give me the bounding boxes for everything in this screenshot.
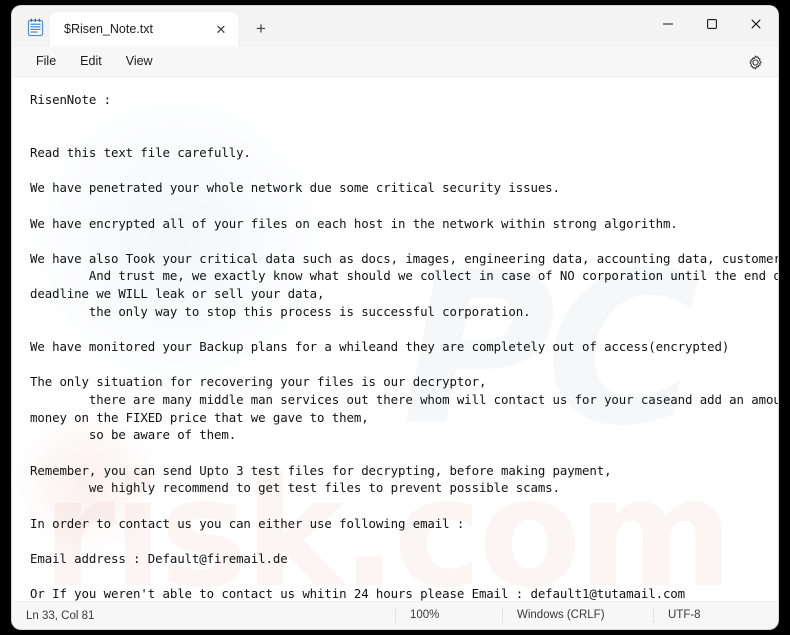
text-line: there are many middle man services out t… [30, 392, 778, 408]
gear-icon[interactable] [742, 50, 768, 74]
notepad-icon [20, 8, 50, 46]
text-line: so be aware of them. [30, 427, 237, 443]
minimize-button[interactable] [646, 6, 690, 42]
text-line [30, 126, 768, 144]
maximize-button[interactable] [690, 6, 734, 42]
text-line: In order to contact us you can either us… [30, 515, 465, 531]
text-line [30, 444, 768, 462]
text-line [30, 356, 768, 374]
text-line [30, 532, 768, 550]
new-tab-button[interactable]: + [246, 13, 276, 43]
text-line [30, 320, 768, 338]
close-window-button[interactable] [734, 6, 778, 42]
text-line [30, 232, 768, 250]
text-line: we highly recommend to get test files to… [30, 480, 560, 496]
text-line: deadline we WILL leak or sell your data, [30, 286, 325, 302]
text-line: Or If you weren't able to contact us whi… [30, 586, 686, 601]
text-line: We have monitored your Backup plans for … [30, 339, 730, 355]
text-line: Email address : Default@firemail.de [30, 550, 288, 566]
menu-bar: File Edit View [12, 46, 778, 77]
text-line: We have also Took your critical data suc… [30, 250, 778, 266]
line-ending[interactable]: Windows (CRLF) [502, 608, 653, 623]
text-line: Remember, you can send Upto 3 test files… [30, 462, 612, 478]
tab-title: $Risen_Note.txt [64, 22, 153, 36]
text-line: We have penetrated your whole network du… [30, 180, 560, 196]
tab-risen-note[interactable]: $Risen_Note.txt ✕ [50, 12, 238, 46]
text-line: RisenNote : [30, 92, 111, 107]
note-text-content[interactable]: RisenNote : Read this text file carefully… [12, 77, 778, 601]
text-line: Read this text file carefully. [30, 144, 251, 160]
status-bar: Ln 33, Col 81 100% Windows (CRLF) UTF-8 [12, 601, 778, 629]
text-line: The only situation for recovering your f… [30, 374, 487, 390]
zoom-level[interactable]: 100% [395, 608, 502, 623]
notepad-window: $Risen_Note.txt ✕ + File Edit View PC ri… [12, 6, 778, 629]
text-line: We have encrypted all of your files on e… [30, 215, 678, 231]
text-line: money on the FIXED price that we gave to… [30, 409, 369, 425]
window-controls [646, 6, 778, 42]
close-icon[interactable]: ✕ [210, 18, 232, 40]
encoding[interactable]: UTF-8 [653, 608, 778, 623]
text-line: the only way to stop this process is suc… [30, 303, 531, 319]
text-line [30, 497, 768, 515]
text-line [30, 197, 768, 215]
tab-strip: $Risen_Note.txt ✕ + [12, 6, 778, 46]
cursor-position: Ln 33, Col 81 [26, 609, 95, 622]
text-line: And trust me, we exactly know what shoul… [30, 268, 778, 284]
text-line [30, 568, 768, 586]
menu-view[interactable]: View [114, 50, 165, 72]
menu-file[interactable]: File [24, 50, 68, 72]
text-line [30, 162, 768, 180]
text-line [30, 109, 768, 127]
text-editor[interactable]: PC risk.com RisenNote : Read this text fi… [12, 77, 778, 601]
menu-edit[interactable]: Edit [68, 50, 114, 72]
